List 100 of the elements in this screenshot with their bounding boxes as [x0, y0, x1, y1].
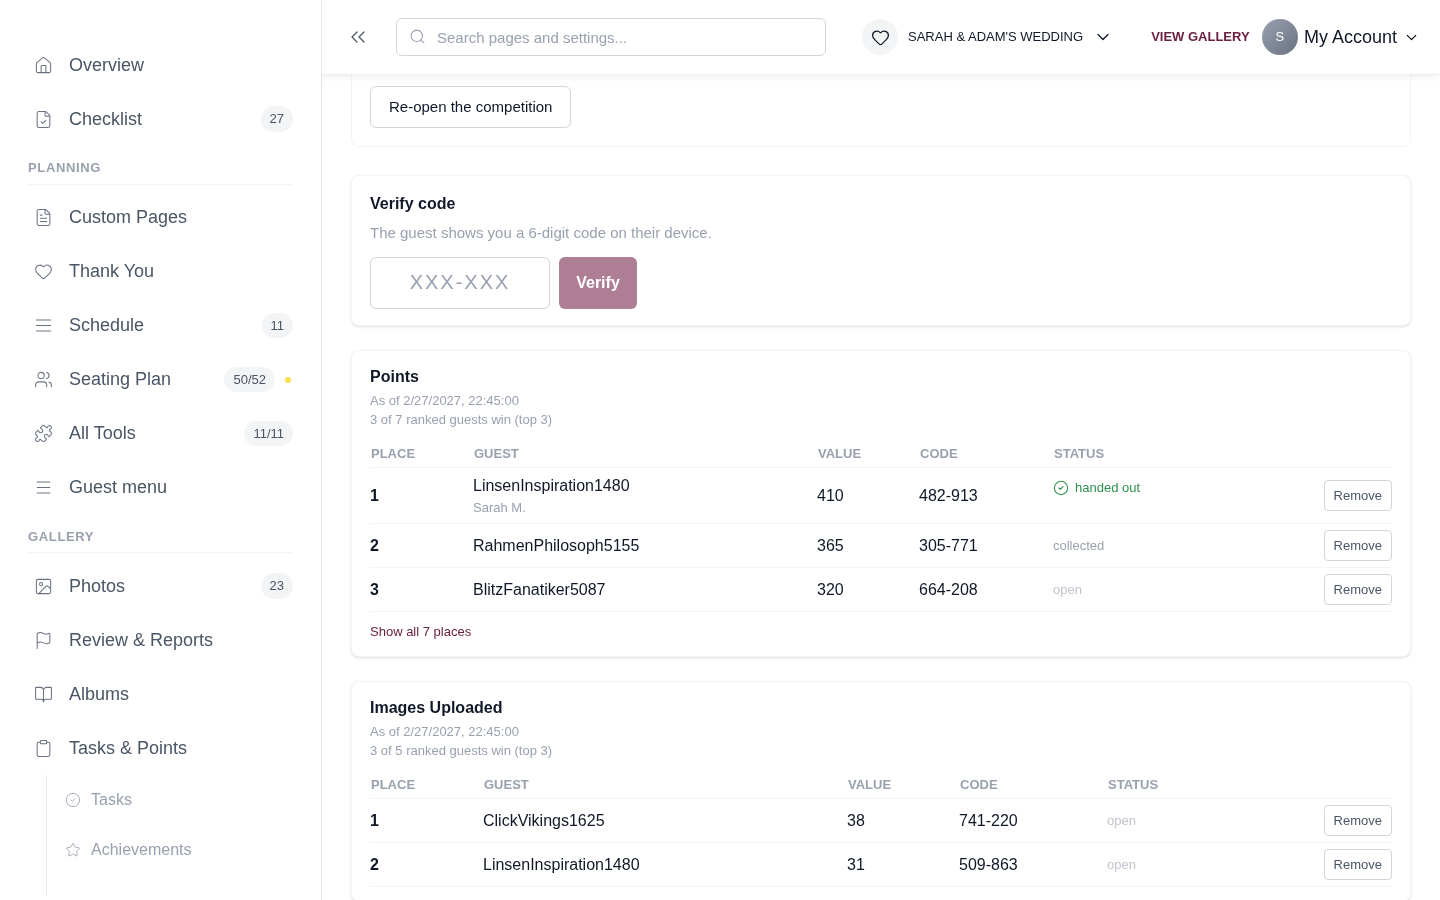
value-cell-text: 31: [847, 854, 866, 875]
status-label: collected: [1053, 536, 1105, 555]
sidebar-item[interactable]: All Tools 11/11: [28, 406, 293, 461]
status-label: open: [1107, 855, 1136, 874]
book-icon: [34, 684, 53, 704]
section-heading: GALLERY: [28, 526, 293, 553]
sidebar-label: Tasks: [91, 790, 132, 810]
remove-button[interactable]: Remove: [1323, 573, 1392, 606]
timestamp: As of 2/27/2027, 22:45:00: [370, 722, 520, 741]
show-all-link[interactable]: Show all 7 places: [370, 622, 1392, 642]
sidebar-item[interactable]: Thank You: [28, 244, 293, 299]
column-header: CODE: [919, 444, 959, 463]
sidebar-item[interactable]: Schedule 11: [28, 298, 293, 353]
summary-text: 3 of 7 ranked guests win (top 3): [370, 411, 554, 429]
card-description: The guest shows you a 6-digit code on their device.: [370, 223, 713, 243]
sidebar-item[interactable]: Seating Plan 50/52: [28, 352, 293, 407]
status-label: handed out: [1075, 479, 1141, 497]
place-cell-text: 2: [370, 854, 380, 875]
timestamp: As of 2/27/2027, 22:45:00: [370, 391, 520, 410]
place-cell-text: 3: [370, 579, 380, 600]
guest-name: LinsenInspiration1480: [473, 475, 631, 496]
value-cell-text: 38: [847, 810, 866, 831]
sidebar-item[interactable]: Guest menu: [28, 460, 293, 515]
column-header: PLACE: [370, 444, 417, 463]
column-header: VALUE: [847, 775, 893, 794]
code-cell-text: 482-913: [919, 485, 979, 506]
sidebar-item[interactable]: Review & Reports: [28, 613, 293, 667]
count-badge: 11/11: [244, 420, 293, 447]
people-icon: [34, 370, 53, 389]
column-header: STATUS: [1053, 444, 1106, 463]
flag-icon: [34, 630, 53, 650]
menu-icon: [34, 478, 53, 497]
remove-button[interactable]: Remove: [1323, 804, 1392, 837]
column-header: PLACE: [370, 775, 417, 794]
code-cell-text: 305-771: [919, 535, 979, 556]
heart-icon: [870, 27, 890, 47]
column-header: GUEST: [483, 775, 530, 794]
clipboard-icon: [34, 738, 53, 758]
value-cell-text: 320: [817, 579, 845, 600]
sidebar-label: Guest menu: [69, 476, 169, 499]
sidebar-item[interactable]: Albums: [28, 667, 293, 721]
code-input[interactable]: XXX-XXX: [370, 256, 550, 309]
document-check-icon: [34, 109, 53, 129]
code-cell-text: 664-208: [919, 579, 979, 600]
sidebar-item[interactable]: Checklist 27: [28, 92, 293, 146]
status-label: open: [1107, 811, 1136, 830]
sidebar-label: Schedule: [69, 314, 146, 337]
view-gallery-link[interactable]: VIEW GALLERY: [1151, 27, 1250, 47]
account-label: My Account: [1303, 25, 1397, 49]
document-icon: [34, 208, 53, 227]
remove-button[interactable]: Remove: [1323, 479, 1392, 512]
guest-name: LinsenInspiration1480: [483, 854, 641, 875]
house-icon: [34, 55, 53, 75]
count-badge: 50/52: [224, 366, 275, 393]
sidebar-label: Albums: [69, 682, 131, 706]
place-cell-text: 1: [370, 485, 380, 506]
heart-icon: [34, 262, 53, 281]
guest-note: Sarah M.: [473, 498, 527, 517]
sidebar-label: Tasks & Points: [69, 736, 189, 760]
code-cell-text: 509-863: [959, 854, 1019, 875]
lines-icon: [34, 316, 53, 335]
sidebar-label: Custom Pages: [69, 206, 189, 229]
remove-button[interactable]: Remove: [1323, 848, 1392, 881]
sidebar-label: Review & Reports: [69, 628, 215, 652]
sidebar-item[interactable]: Photos 23: [28, 559, 293, 613]
search-icon: [409, 28, 426, 45]
sidebar-item[interactable]: Tasks & Points: [28, 721, 293, 775]
avatar: S: [1261, 19, 1298, 55]
count-badge: 11: [261, 312, 293, 339]
sidebar-label: Achievements: [91, 840, 192, 860]
sidebar-item[interactable]: Custom Pages: [28, 190, 293, 245]
guest-name: RahmenPhilosoph5155: [473, 535, 641, 556]
card-title: Points: [370, 366, 420, 387]
place-cell-text: 2: [370, 535, 380, 556]
star-icon: [65, 842, 81, 858]
sidebar-label: Overview: [69, 53, 145, 77]
summary-text: 3 of 5 ranked guests win (top 3): [370, 742, 554, 760]
image-icon: [34, 576, 53, 596]
favorite-button[interactable]: [862, 19, 898, 55]
puzzle-icon: [34, 424, 53, 443]
sidebar-item[interactable]: Overview: [28, 38, 293, 92]
column-header: STATUS: [1107, 775, 1160, 794]
guest-name: BlitzFanatiker5087: [473, 579, 607, 600]
column-header: CODE: [959, 775, 999, 794]
account-menu[interactable]: S My Account: [1261, 19, 1420, 55]
place-cell-text: 1: [370, 810, 380, 831]
sidebar-label: Photos: [69, 574, 127, 598]
event-selector[interactable]: SARAH & ADAM'S WEDDING: [908, 27, 1114, 47]
column-header: VALUE: [817, 444, 863, 463]
count-badge: 23: [260, 573, 293, 599]
sidebar-label: Checklist: [69, 107, 144, 131]
guest-name: ClickVikings1625: [483, 810, 606, 831]
column-header: GUEST: [473, 444, 520, 463]
sidebar-label: Seating Plan: [69, 368, 173, 391]
code-cell-text: 741-220: [959, 810, 1019, 831]
section-heading: PLANNING: [28, 158, 293, 185]
remove-button[interactable]: Remove: [1323, 529, 1392, 562]
search-field[interactable]: Search pages and settings...: [396, 18, 826, 56]
check-circle-icon: [65, 792, 81, 808]
reopen-button[interactable]: Re-open the competition: [370, 86, 572, 128]
